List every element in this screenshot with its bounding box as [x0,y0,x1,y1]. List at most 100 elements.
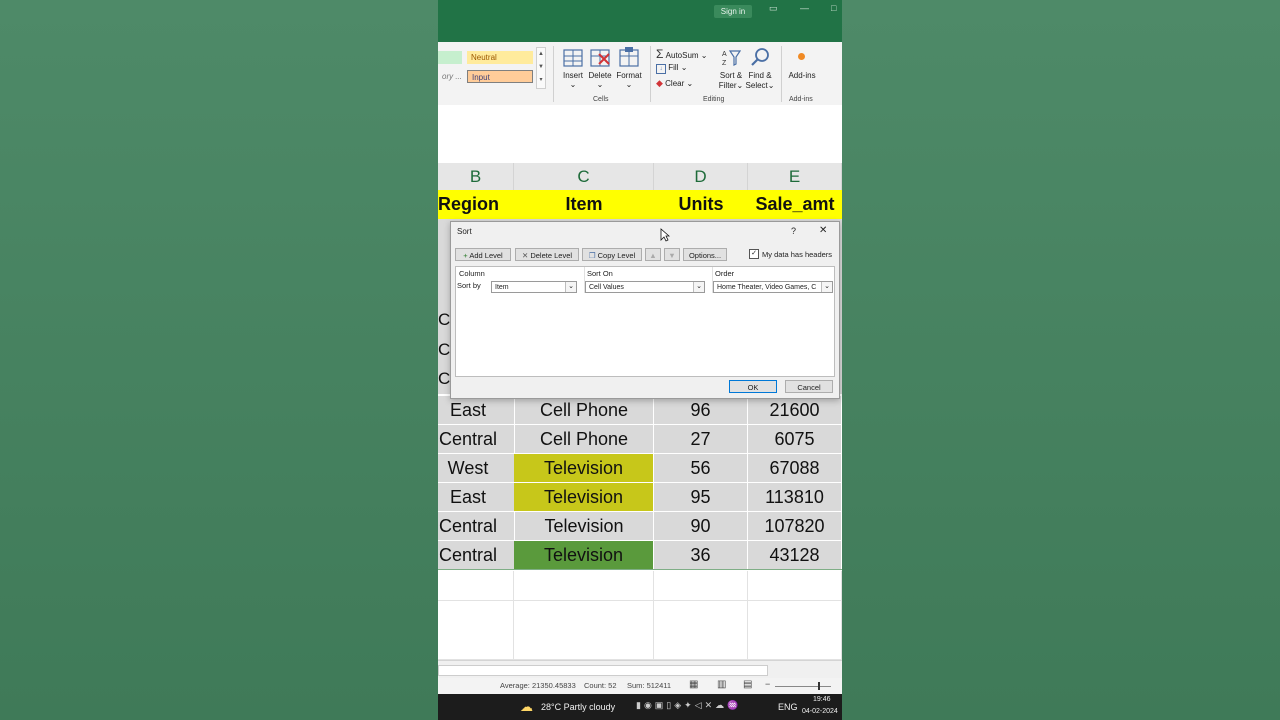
tray-icons[interactable]: ▮◉▣▯◈✦◁✕☁♒ [636,700,741,711]
column-select[interactable]: Item ⌄ [491,281,577,293]
clock-date[interactable]: 04-02-2024 [802,708,838,715]
normal-view-icon[interactable]: ▦ [689,679,698,690]
cell-item[interactable]: Television [514,541,654,569]
column-header-c[interactable]: C [514,163,654,190]
scroll-thumb[interactable] [438,665,768,676]
cell-units[interactable]: 95 [654,483,748,511]
cell-region[interactable]: Central [438,541,498,569]
style-input[interactable]: Input [467,70,533,83]
clock-time[interactable]: 19:46 [813,696,831,703]
order-select[interactable]: Home Theater, Video Games, C ⌄ [713,281,833,293]
partial-cell: C [438,340,451,359]
copy-level-button[interactable]: ❐ Copy Level [582,248,642,261]
cell-units[interactable]: 56 [654,454,748,482]
cell-item[interactable]: Cell Phone [514,425,654,453]
insert-button[interactable]: Insert ⌄ [558,71,588,89]
cell-sale-amt[interactable]: 21600 [748,396,842,424]
cell-sale-amt[interactable]: 107820 [748,512,842,540]
delete-level-button[interactable]: ✕ Delete Level [515,248,579,261]
move-down-button[interactable]: ▼ [664,248,680,261]
cell-units[interactable]: 96 [654,396,748,424]
column-header-e[interactable]: E [748,163,842,190]
empty-cell[interactable] [654,630,748,660]
cell-item[interactable]: Television [514,454,654,482]
cell-region[interactable]: Central [438,512,498,540]
empty-cell[interactable] [748,601,842,631]
format-button[interactable]: Format ⌄ [613,71,645,89]
empty-cell[interactable] [438,630,514,660]
column-header-d[interactable]: D [654,163,748,190]
cell-units[interactable]: 27 [654,425,748,453]
zoom-slider[interactable] [775,686,831,687]
move-up-button[interactable]: ▲ [645,248,661,261]
cell-sale-amt[interactable]: 67088 [748,454,842,482]
empty-cell[interactable] [438,571,514,601]
fill-button[interactable]: ↓ Fill ⌄ [656,63,687,74]
add-level-button[interactable]: + Add Level [455,248,511,261]
language-indicator[interactable]: ENG [778,702,798,712]
chevron-down-icon: ⌄ [767,81,775,90]
find-select-button[interactable]: Find & Select⌄ [744,71,776,91]
fill-label: Fill [668,63,679,72]
empty-cell[interactable] [514,571,654,601]
sign-in-button[interactable]: Sign in [714,5,752,18]
sort-on-header-label: Sort On [587,269,613,278]
column-header-b[interactable]: B [438,163,514,190]
ok-button[interactable]: OK [729,380,777,393]
zoom-thumb[interactable] [818,682,820,690]
weather-text[interactable]: 28°C Partly cloudy [541,702,615,712]
empty-cell[interactable] [748,630,842,660]
close-icon[interactable]: ✕ [819,225,827,236]
maximize-icon[interactable]: □ [831,3,836,13]
options-button[interactable]: Options... [683,248,727,261]
horizontal-scrollbar[interactable] [438,660,842,679]
empty-cell[interactable] [514,630,654,660]
cell-item[interactable]: Television [514,512,654,540]
column-headers: B C D E [438,163,842,191]
empty-cell[interactable] [748,571,842,601]
up-arrow-icon: ▲ [649,251,657,260]
empty-cell[interactable] [654,601,748,631]
autosum-button[interactable]: Σ AutoSum ⌄ [656,47,708,61]
fill-down-icon: ↓ [656,64,666,74]
cell-region[interactable]: East [438,396,498,424]
cell-sale-amt[interactable]: 6075 [748,425,842,453]
help-button[interactable]: ? [791,226,796,236]
cancel-button[interactable]: Cancel [785,380,833,393]
sort-filter-button[interactable]: Sort & Filter⌄ [716,71,746,91]
cell-sale-amt[interactable]: 113810 [748,483,842,511]
styles-scroll[interactable]: ▲ ▼ ▾ [536,47,546,89]
delete-button[interactable]: Delete ⌄ [585,71,615,89]
minimize-icon[interactable]: — [800,3,809,13]
weather-icon[interactable]: ☁ [520,699,533,715]
sort-on-select[interactable]: Cell Values ⌄ [585,281,705,293]
cell-item[interactable]: Television [514,483,654,511]
cell-units[interactable]: 36 [654,541,748,569]
empty-cell[interactable] [514,601,654,631]
header-cell-sale-amt[interactable]: Sale_amt [748,190,842,219]
header-cell-item[interactable]: Item [514,190,654,219]
style-neutral[interactable]: Neutral [467,51,533,64]
page-break-icon[interactable]: ▤ [743,679,752,690]
page-layout-icon[interactable]: ▥ [717,679,726,690]
header-cell-units[interactable]: Units [654,190,748,219]
cell-region[interactable]: Central [438,425,498,453]
sort-dialog: Sort ? ✕ + Add Level ✕ Delete Level ❐ Co… [450,221,840,399]
cell-region[interactable]: West [438,454,498,482]
autosum-label: AutoSum [665,51,699,60]
cell-units[interactable]: 90 [654,512,748,540]
clear-button[interactable]: ◆ Clear ⌄ [656,78,693,89]
style-category-partial[interactable]: ory ... [438,70,462,83]
cell-item[interactable]: Cell Phone [514,396,654,424]
ribbon-display-icon[interactable]: ▭ [769,3,778,14]
cell-region[interactable]: East [438,483,498,511]
zoom-out-icon[interactable]: − [765,679,770,689]
delete-label: Delete [588,71,612,80]
add-ins-button[interactable]: Add-ins [786,71,818,80]
style-good-partial[interactable] [438,51,462,64]
cell-sale-amt[interactable]: 43128 [748,541,842,569]
header-cell-region[interactable]: Region [438,190,499,219]
empty-cell[interactable] [654,571,748,601]
headers-checkbox[interactable]: ✓ [749,249,759,259]
empty-cell[interactable] [438,601,514,631]
